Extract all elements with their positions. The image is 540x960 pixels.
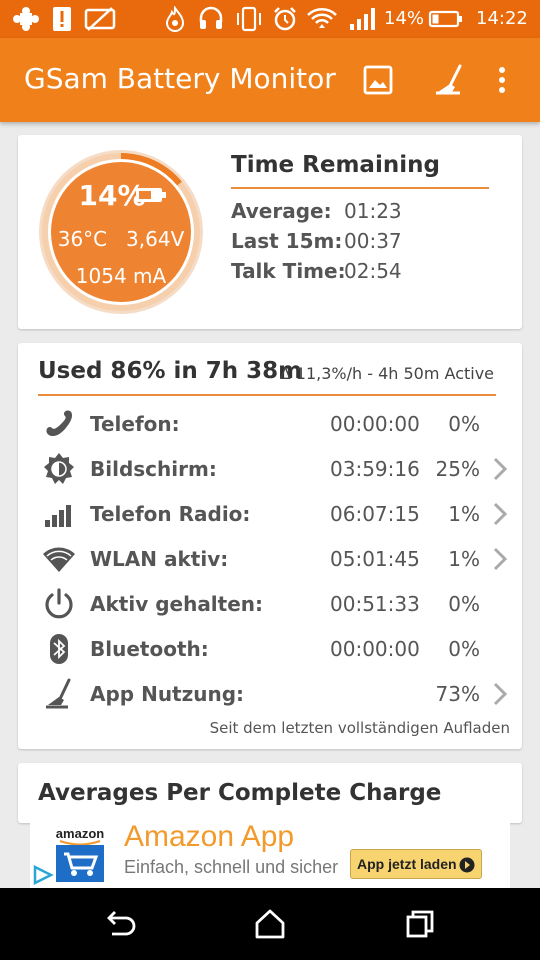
- row-time: 00:00:00: [330, 637, 420, 661]
- talk-time-value: 02:54: [344, 259, 402, 283]
- overflow-menu-icon[interactable]: [484, 60, 520, 100]
- chevron-right-icon: [493, 457, 508, 481]
- row-label: App Nutzung:: [90, 682, 245, 706]
- row-label: Telefon:: [90, 412, 180, 436]
- row-time: 06:07:15: [330, 502, 420, 526]
- headset-icon: [199, 6, 223, 29]
- back-icon[interactable]: [102, 906, 138, 942]
- chevron-right-icon: [493, 682, 508, 706]
- average-value: 01:23: [344, 199, 402, 223]
- status-clock: 14:22: [476, 8, 528, 29]
- status-battery-percent: 14%: [384, 8, 425, 29]
- power-icon: [45, 588, 73, 619]
- battery-readings: 36°C 3,64V: [36, 227, 206, 251]
- last-15m-value: 00:37: [344, 229, 402, 253]
- flame-icon: [165, 6, 185, 32]
- no-image-icon: [84, 7, 116, 31]
- usage-row-wlan[interactable]: WLAN aktiv: 05:01:45 1%: [18, 536, 522, 581]
- row-time: 00:00:00: [330, 412, 420, 436]
- row-label: WLAN aktiv:: [90, 547, 229, 571]
- recents-icon[interactable]: [402, 906, 438, 942]
- phone-icon: [46, 410, 73, 437]
- usage-row-bildschirm[interactable]: Bildschirm: 03:59:16 25%: [18, 446, 522, 491]
- svg-text:amazon: amazon: [56, 826, 104, 841]
- usage-footnote: Seit dem letzten vollständigen Aufladen: [209, 719, 510, 737]
- time-remaining-divider: [231, 187, 489, 189]
- row-percent: 0%: [448, 592, 480, 616]
- usage-row-app-nutzung[interactable]: App Nutzung: 73%: [18, 671, 522, 716]
- row-time: 05:01:45: [330, 547, 420, 571]
- row-time: 03:59:16: [330, 457, 420, 481]
- averages-title: Averages Per Complete Charge: [38, 780, 442, 806]
- app-title: GSam Battery Monitor: [24, 62, 336, 95]
- usage-row-telefon-radio[interactable]: Telefon Radio: 06:07:15 1%: [18, 491, 522, 536]
- time-remaining-title: Time Remaining: [231, 152, 440, 178]
- usage-row-bluetooth[interactable]: Bluetooth: 00:00:00 0%: [18, 626, 522, 671]
- broom-icon: [46, 678, 71, 709]
- usage-row-telefon[interactable]: Telefon: 00:00:00 0%: [18, 401, 522, 446]
- wifi-icon: [43, 547, 75, 572]
- row-label: Bluetooth:: [90, 637, 209, 661]
- row-percent: 73%: [435, 682, 480, 706]
- row-percent: 25%: [435, 457, 480, 481]
- battery-small-icon: [136, 188, 166, 202]
- usage-divider: [38, 394, 496, 396]
- ad-install-label: App jetzt laden: [357, 856, 457, 872]
- chevron-right-icon: [493, 502, 508, 526]
- wifi-icon: [307, 8, 337, 28]
- row-percent: 0%: [448, 412, 480, 436]
- usage-row-aktiv-gehalten[interactable]: Aktiv gehalten: 00:51:33 0%: [18, 581, 522, 626]
- chevron-right-icon: [493, 547, 508, 571]
- amazon-logo: amazon: [52, 822, 108, 884]
- row-percent: 1%: [448, 502, 480, 526]
- ad-subtitle: Einfach, schnell und sicher: [124, 857, 339, 877]
- row-label: Bildschirm:: [90, 457, 217, 481]
- app-bar: GSam Battery Monitor: [0, 38, 540, 122]
- play-circle-icon: [459, 857, 475, 873]
- row-percent: 1%: [448, 547, 480, 571]
- vibrate-icon: [237, 6, 261, 32]
- row-percent: 0%: [448, 637, 480, 661]
- talk-time-label: Talk Time:: [231, 259, 346, 283]
- alert-icon: [53, 7, 71, 31]
- brightness-icon: [44, 453, 74, 484]
- puzzle-icon: [13, 7, 39, 31]
- ad-title: Amazon App: [124, 820, 295, 853]
- ad-install-button[interactable]: App jetzt laden: [350, 849, 482, 879]
- battery-temperature: 36°C: [57, 227, 108, 251]
- broom-icon[interactable]: [430, 60, 470, 100]
- status-bar: 14% 14:22: [0, 0, 540, 38]
- average-label: Average:: [231, 199, 332, 223]
- navigation-bar: [0, 888, 540, 960]
- usage-card: Used 86% in 7h 38m ∆ 11,3%/h - 4h 50m Ac…: [18, 343, 522, 749]
- adchoices-icon[interactable]: [32, 864, 54, 886]
- row-time: 00:51:33: [330, 592, 420, 616]
- battery-voltage: 3,64V: [126, 227, 185, 251]
- ad-banner[interactable]: amazon Amazon App Einfach, schnell und s…: [30, 814, 510, 888]
- image-icon[interactable]: [358, 60, 398, 100]
- battery-icon: [428, 10, 462, 28]
- last-15m-label: Last 15m:: [231, 229, 343, 253]
- signal-icon: [350, 8, 375, 30]
- row-label: Aktiv gehalten:: [90, 592, 264, 616]
- bluetooth-icon: [50, 634, 68, 664]
- alarm-icon: [274, 7, 296, 31]
- usage-title: Used 86% in 7h 38m: [38, 358, 303, 384]
- usage-subtitle: ∆ 11,3%/h - 4h 50m Active: [280, 364, 495, 383]
- home-icon[interactable]: [252, 906, 288, 942]
- cell-signal-icon: [45, 505, 71, 527]
- battery-current: 1054 mA: [75, 264, 167, 288]
- battery-status-card[interactable]: 14% 36°C 3,64V 1054 mA Time Remaining Av…: [18, 135, 522, 329]
- row-label: Telefon Radio:: [90, 502, 251, 526]
